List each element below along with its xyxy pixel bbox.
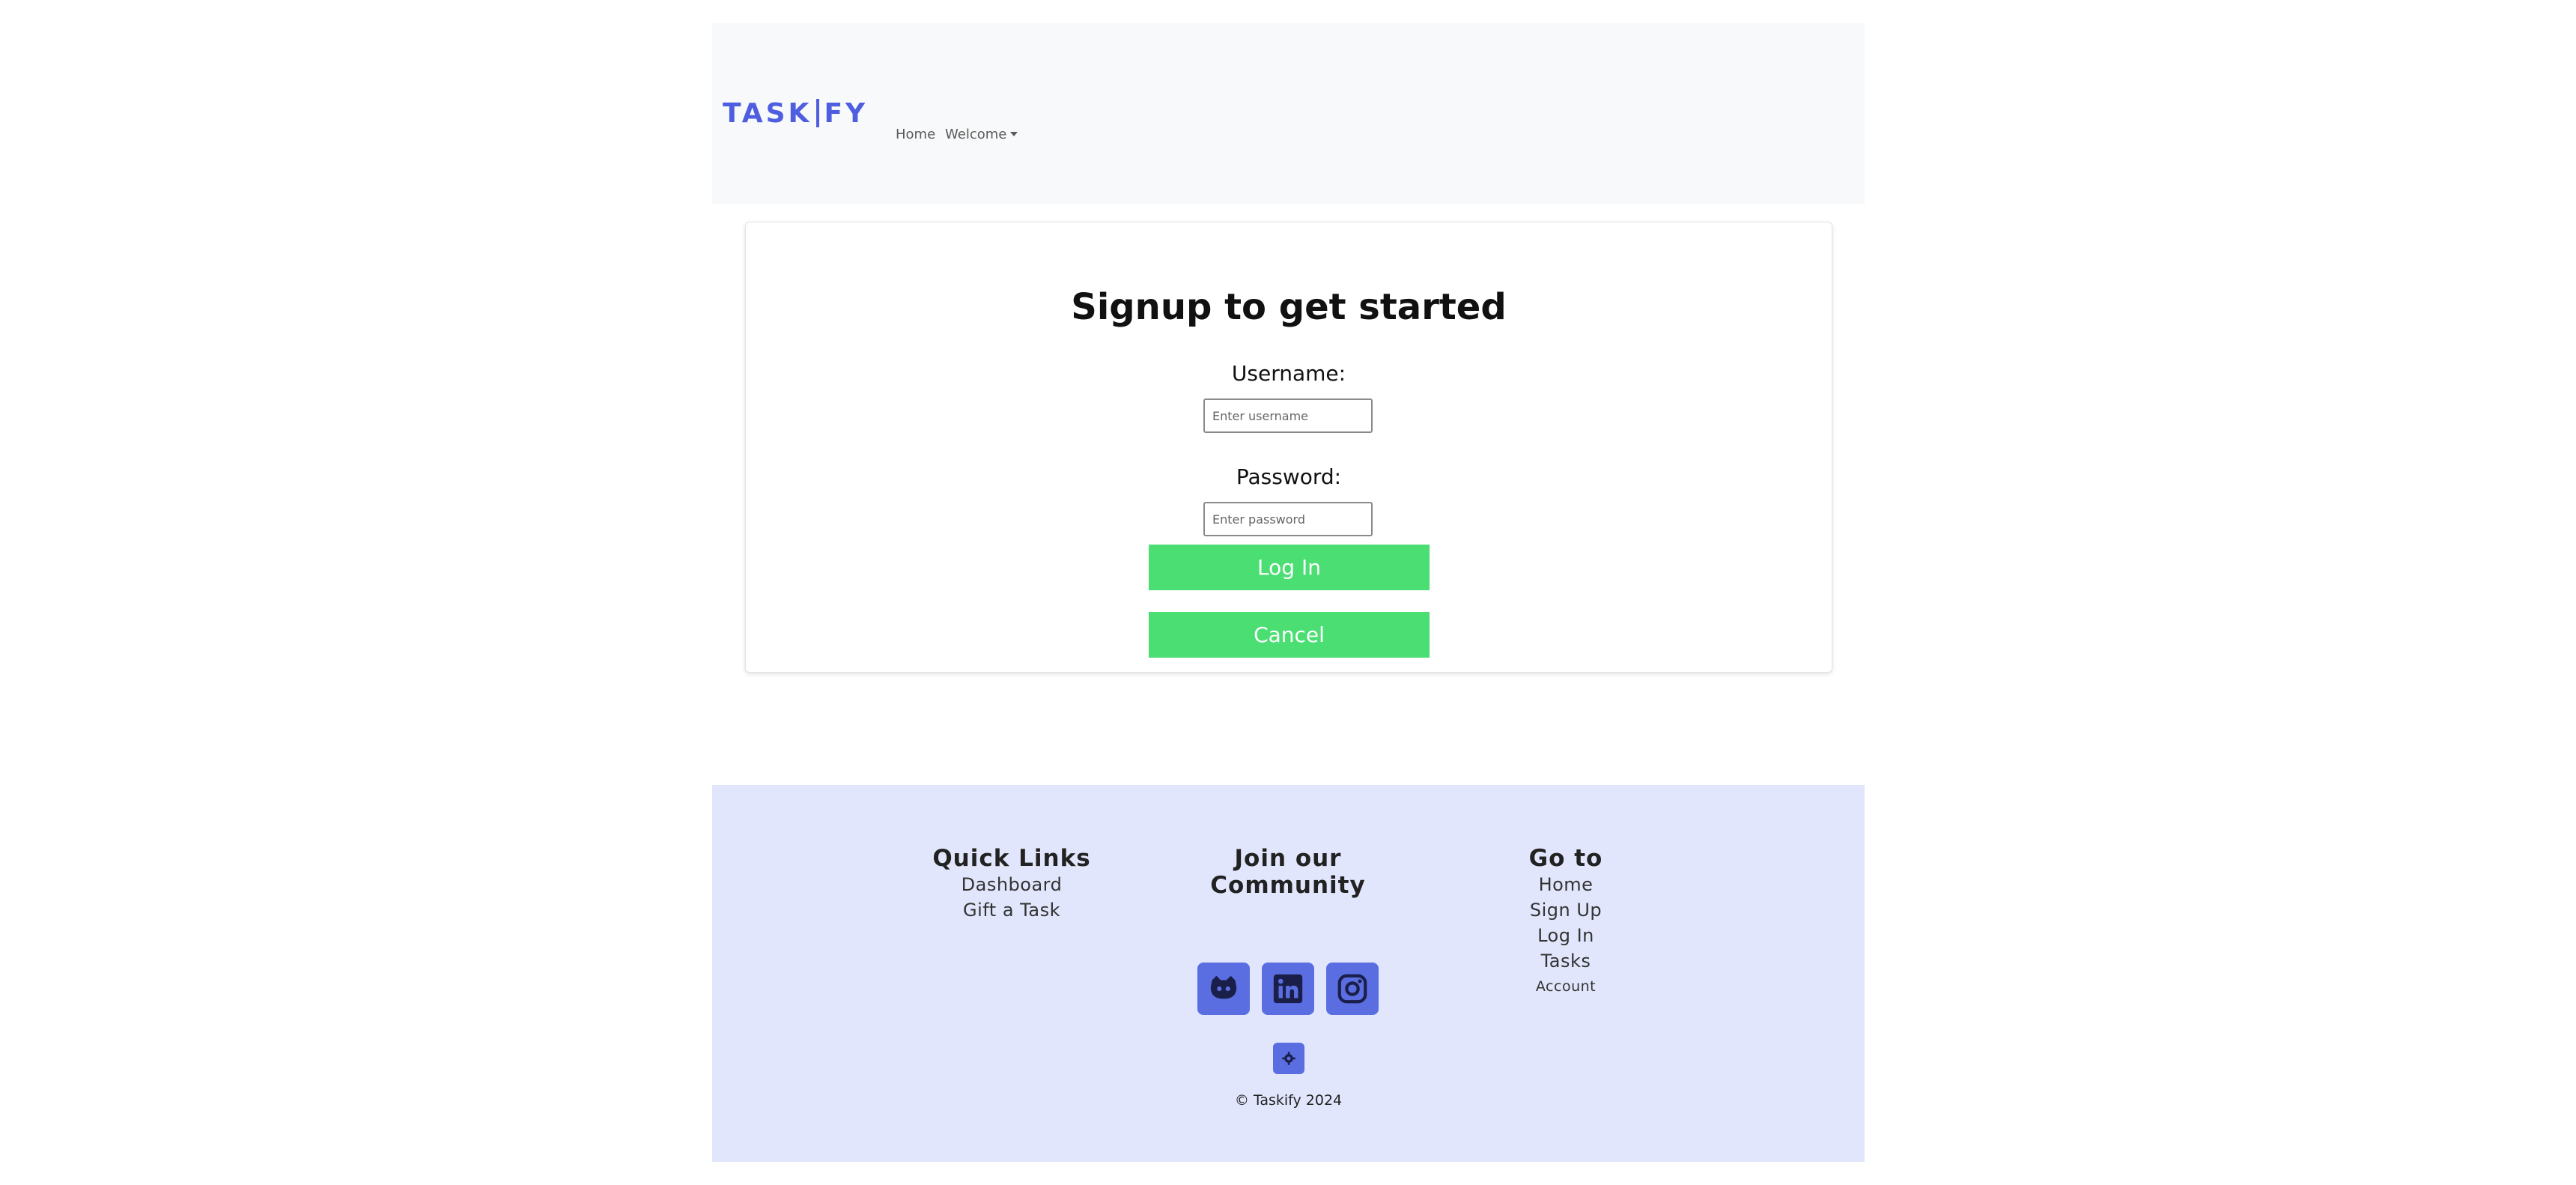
caret-down-icon xyxy=(1010,132,1018,136)
footer-link-tasks[interactable]: Tasks xyxy=(1445,948,1687,974)
navbar: TASK FY Home Welcome xyxy=(712,23,1865,204)
footer: Quick Links Dashboard Gift a Task Join o… xyxy=(712,785,1865,1162)
username-input[interactable] xyxy=(1203,398,1373,433)
brand-text-left: TASK xyxy=(723,97,812,129)
linkedin-link[interactable] xyxy=(1262,963,1314,1015)
brand-wordmark: TASK FY xyxy=(723,98,868,129)
social-links xyxy=(1164,963,1412,1015)
goto-heading: Go to xyxy=(1528,845,1603,872)
linkedin-icon xyxy=(1273,974,1303,1004)
footer-link-dashboard[interactable]: Dashboard xyxy=(890,872,1133,897)
brand-pipe xyxy=(816,99,820,127)
nav-welcome-dropdown[interactable]: Welcome xyxy=(945,127,1018,142)
copyright-text: © Taskify 2024 xyxy=(1234,1092,1343,1109)
quick-links-heading: Quick Links xyxy=(932,845,1091,872)
username-label: Username: xyxy=(1231,361,1346,386)
footer-link-home[interactable]: Home xyxy=(1445,872,1687,897)
nav-welcome-label: Welcome xyxy=(945,127,1007,142)
gear-icon xyxy=(1282,1052,1295,1065)
github-icon xyxy=(1210,975,1237,999)
settings-button[interactable] xyxy=(1273,1043,1304,1074)
instagram-link[interactable] xyxy=(1326,963,1379,1015)
nav-home-link[interactable]: Home xyxy=(896,127,935,142)
login-button[interactable]: Log In xyxy=(1149,545,1430,590)
footer-goto: Go to Home Sign Up Log In Tasks Account xyxy=(1445,845,1687,999)
footer-link-account[interactable]: Account xyxy=(1445,974,1687,999)
brand-text-right: FY xyxy=(824,97,869,129)
instagram-icon xyxy=(1337,974,1367,1004)
cancel-button[interactable]: Cancel xyxy=(1149,612,1430,658)
footer-community: Join our Community xyxy=(1164,845,1412,1015)
github-link[interactable] xyxy=(1197,963,1250,1015)
footer-link-sign-up[interactable]: Sign Up xyxy=(1445,897,1687,923)
footer-quick-links: Quick Links Dashboard Gift a Task xyxy=(890,845,1133,923)
footer-link-log-in[interactable]: Log In xyxy=(1445,923,1687,948)
footer-link-gift-a-task[interactable]: Gift a Task xyxy=(890,897,1133,923)
password-label: Password: xyxy=(1236,464,1342,489)
community-heading: Join our Community xyxy=(1210,845,1366,899)
signup-title: Signup to get started xyxy=(1071,286,1507,328)
signup-card: Signup to get started Username: Password… xyxy=(745,222,1832,673)
brand-logo[interactable]: TASK FY xyxy=(723,94,868,132)
password-input[interactable] xyxy=(1203,502,1373,536)
